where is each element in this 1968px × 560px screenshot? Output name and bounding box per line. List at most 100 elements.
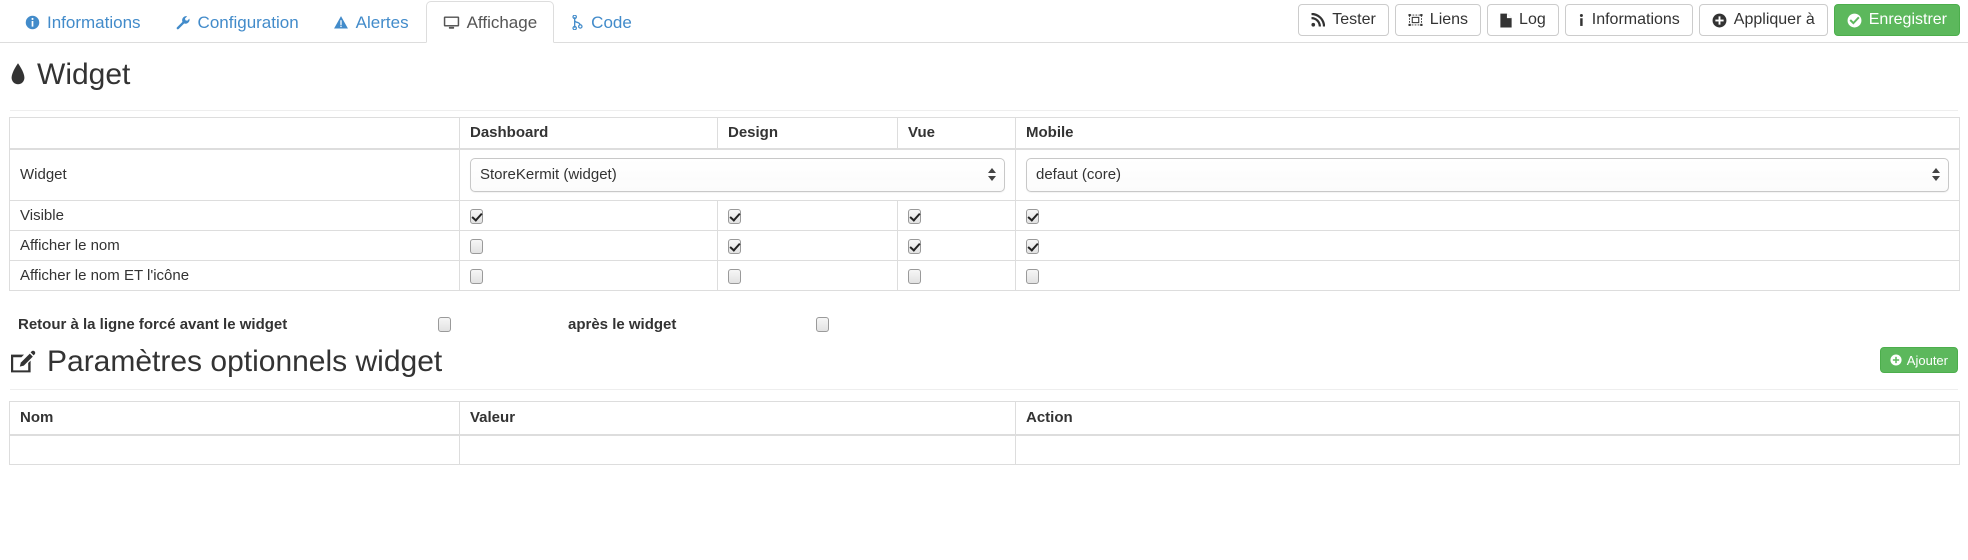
visible-vue-cell	[897, 200, 1016, 231]
line-break-after-label: après le widget	[568, 316, 677, 333]
afficher-nom-icone-mobile-checkbox[interactable]	[1026, 268, 1039, 284]
rss-icon	[1311, 13, 1326, 27]
select-value: defaut (core)	[1036, 165, 1122, 183]
table-row: Visible	[9, 200, 1960, 231]
edit-pencil-icon	[10, 350, 36, 374]
visible-mobile-checkbox[interactable]	[1026, 208, 1039, 224]
widget-template-cell: StoreKermit (widget)	[459, 148, 1016, 201]
col-header-nom: Nom	[9, 401, 460, 436]
object-group-icon	[1408, 13, 1423, 27]
tab-informations[interactable]: Informations	[8, 1, 158, 43]
params-table: Nom Valeur Action	[9, 401, 1960, 465]
informations-button[interactable]: Informations	[1564, 4, 1693, 36]
params-table-body	[9, 434, 1960, 465]
check-circle-icon	[1847, 13, 1862, 28]
divider-widget	[10, 110, 1958, 111]
widget-mobile-template-select[interactable]: defaut (core)	[1026, 157, 1949, 192]
afficher-nom-icone-dashboard-cell	[459, 260, 718, 291]
row-label-widget: Widget	[9, 148, 460, 201]
afficher-nom-icone-design-cell	[717, 260, 898, 291]
warning-triangle-icon	[333, 15, 349, 30]
section-title-text: Widget	[37, 58, 131, 91]
tab-label: Configuration	[197, 13, 299, 32]
tab-label: Affichage	[466, 12, 538, 32]
info-circle-icon	[25, 15, 40, 30]
section-title-text: Paramètres optionnels widget	[47, 345, 443, 378]
enregistrer-button[interactable]: Enregistrer	[1833, 4, 1960, 36]
afficher-nom-icone-mobile-cell	[1015, 260, 1960, 291]
visible-design-checkbox[interactable]	[728, 208, 741, 224]
log-button[interactable]: Log	[1487, 4, 1559, 36]
row-label-visible: Visible	[9, 200, 460, 231]
row-label-afficher-nom: Afficher le nom	[9, 230, 460, 261]
tab-alertes[interactable]: Alertes	[316, 1, 426, 43]
visible-vue-checkbox[interactable]	[908, 208, 921, 224]
button-label: Tester	[1332, 11, 1376, 28]
table-row: Widget StoreKermit (widget) defaut (core…	[9, 148, 1960, 201]
widget-display-table: Dashboard Design Vue Mobile Widget Store…	[9, 117, 1960, 291]
widget-table-head: Dashboard Design Vue Mobile	[9, 117, 1960, 150]
col-header-dashboard: Dashboard	[459, 117, 718, 150]
afficher-nom-design-cell	[717, 230, 898, 261]
tab-affichage[interactable]: Affichage	[425, 1, 555, 43]
widget-template-select[interactable]: StoreKermit (widget)	[470, 157, 1005, 192]
row-label-afficher-nom-icone: Afficher le nom ET l'icône	[9, 260, 460, 291]
code-branch-icon	[571, 15, 584, 30]
params-table-head: Nom Valeur Action	[9, 401, 1960, 436]
afficher-nom-vue-cell	[897, 230, 1016, 261]
params-cell-nom	[9, 434, 460, 465]
afficher-nom-mobile-cell	[1015, 230, 1960, 261]
page-root: Informations Configuration Alertes Affic…	[0, 0, 1968, 560]
params-cell-valeur	[459, 434, 1016, 465]
table-row: Afficher le nom ET l'icône	[9, 260, 1960, 291]
line-break-options: Retour à la ligne forcé avant le widget …	[0, 302, 1950, 347]
appliquer-a-button[interactable]: Appliquer à	[1698, 4, 1828, 36]
col-header-blank	[9, 117, 460, 150]
col-header-valeur: Valeur	[459, 401, 1016, 436]
afficher-nom-mobile-checkbox[interactable]	[1026, 238, 1039, 254]
tab-code[interactable]: Code	[554, 1, 649, 43]
chevron-updown-icon	[1931, 166, 1940, 184]
file-icon	[1500, 13, 1512, 28]
afficher-nom-dashboard-cell	[459, 230, 718, 261]
desktop-icon	[443, 15, 460, 30]
button-label: Liens	[1429, 11, 1469, 28]
line-break-before-checkbox[interactable]	[438, 317, 451, 332]
tab-label: Code	[591, 13, 632, 32]
table-header-row: Nom Valeur Action	[9, 401, 1960, 436]
params-add-action: Ajouter	[1879, 347, 1958, 373]
afficher-nom-icone-vue-cell	[897, 260, 1016, 291]
afficher-nom-icone-dashboard-checkbox[interactable]	[470, 268, 483, 284]
afficher-nom-icone-design-checkbox[interactable]	[728, 268, 741, 284]
button-label: Log	[1519, 11, 1546, 28]
afficher-nom-icone-vue-checkbox[interactable]	[908, 268, 921, 284]
params-section-title: Paramètres optionnels widget	[0, 347, 452, 377]
visible-design-cell	[717, 200, 898, 231]
line-break-after-checkbox[interactable]	[816, 317, 829, 332]
table-row	[9, 434, 1960, 465]
tab-bar: Informations Configuration Alertes Affic…	[0, 0, 1968, 43]
divider-params	[10, 389, 1958, 390]
tab-configuration[interactable]: Configuration	[158, 1, 316, 43]
ajouter-button[interactable]: Ajouter	[1879, 347, 1958, 373]
visible-dashboard-checkbox[interactable]	[470, 208, 483, 224]
button-label: Ajouter	[1906, 352, 1948, 368]
plus-circle-icon	[1890, 354, 1902, 366]
widget-table-body: Widget StoreKermit (widget) defaut (core…	[9, 148, 1960, 291]
col-header-action: Action	[1015, 401, 1960, 436]
visible-dashboard-cell	[459, 200, 718, 231]
tester-button[interactable]: Tester	[1298, 4, 1389, 36]
line-break-before-label: Retour à la ligne forcé avant le widget	[18, 316, 288, 333]
col-header-design: Design	[717, 117, 898, 150]
liens-button[interactable]: Liens	[1394, 4, 1482, 36]
button-label: Enregistrer	[1868, 11, 1947, 28]
table-row: Afficher le nom	[9, 230, 1960, 261]
col-header-vue: Vue	[897, 117, 1016, 150]
afficher-nom-vue-checkbox[interactable]	[908, 238, 921, 254]
afficher-nom-design-checkbox[interactable]	[728, 238, 741, 254]
button-label: Informations	[1591, 11, 1680, 28]
afficher-nom-dashboard-checkbox[interactable]	[470, 238, 483, 254]
toolbar-actions: Tester Liens Log Informations Appliquer …	[1298, 4, 1960, 36]
params-cell-action	[1015, 434, 1960, 465]
chevron-updown-icon	[987, 166, 996, 184]
